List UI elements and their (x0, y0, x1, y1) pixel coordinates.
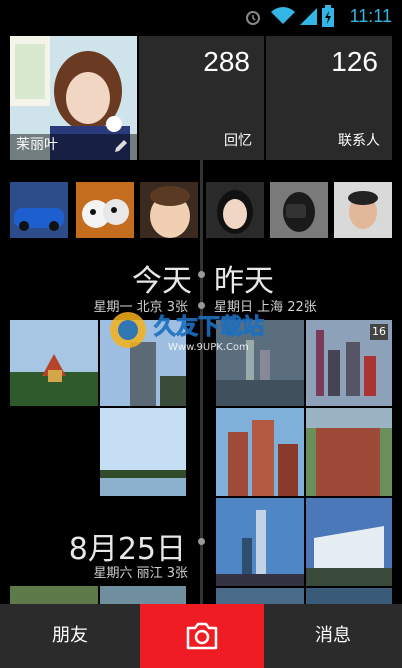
camera-icon (186, 622, 218, 650)
status-bar: 11:11 (0, 0, 402, 32)
friend-avatar[interactable] (140, 182, 198, 238)
friend-avatar[interactable] (206, 182, 264, 238)
timeline-dot (198, 538, 205, 545)
messages-tab[interactable]: 消息 (264, 604, 402, 668)
older-day-meta: 星期六 丽江 3张 (93, 566, 188, 581)
photo-thumbnail[interactable] (216, 408, 304, 496)
memories-tile[interactable]: 288 回忆 (139, 36, 264, 160)
contacts-tile[interactable]: 126 联系人 (266, 36, 392, 160)
memories-label: 回忆 (224, 133, 252, 149)
friend-avatar[interactable] (334, 182, 392, 238)
friend-avatar[interactable] (76, 182, 134, 238)
memories-count: 288 (203, 46, 250, 77)
edit-icon[interactable] (113, 138, 129, 154)
status-clock: 11:11 (349, 6, 392, 26)
friends-tab[interactable]: 朋友 (0, 604, 140, 668)
friend-avatar[interactable] (10, 182, 68, 238)
photo-thumbnail[interactable] (100, 586, 186, 604)
photo-thumbnail[interactable] (10, 586, 98, 604)
alarm-icon (246, 11, 260, 25)
profile-tile[interactable]: 茉丽叶 (10, 36, 137, 160)
battery-icon (322, 5, 334, 27)
photo-thumbnail[interactable] (306, 408, 392, 496)
photo-thumbnail[interactable] (216, 588, 304, 604)
photo-thumbnail[interactable] (306, 498, 392, 586)
watermark-logo: 久友下载站 Www.9UPK.Com (110, 312, 265, 353)
contacts-label: 联系人 (338, 133, 380, 149)
photo-count-badge: 16 (370, 324, 388, 340)
wifi-icon (271, 7, 295, 24)
photo-thumbnail[interactable] (306, 588, 392, 604)
svg-text:久友下载站: 久友下载站 (154, 314, 264, 340)
photo-thumbnail[interactable] (10, 320, 98, 406)
signal-icon (300, 8, 317, 25)
friend-avatar[interactable] (270, 182, 328, 238)
yesterday-heading: 昨天 (214, 264, 274, 299)
today-heading: 今天 (132, 264, 192, 299)
timeline-dot (198, 271, 205, 278)
photo-thumbnail[interactable] (100, 408, 186, 496)
photo-thumbnail[interactable] (216, 498, 304, 586)
svg-text:Www.9UPK.Com: Www.9UPK.Com (168, 342, 249, 353)
profile-name: 茉丽叶 (16, 137, 58, 153)
camera-button[interactable] (140, 604, 264, 668)
bottom-nav: 朋友 消息 (0, 604, 402, 668)
contacts-count: 126 (331, 46, 378, 77)
